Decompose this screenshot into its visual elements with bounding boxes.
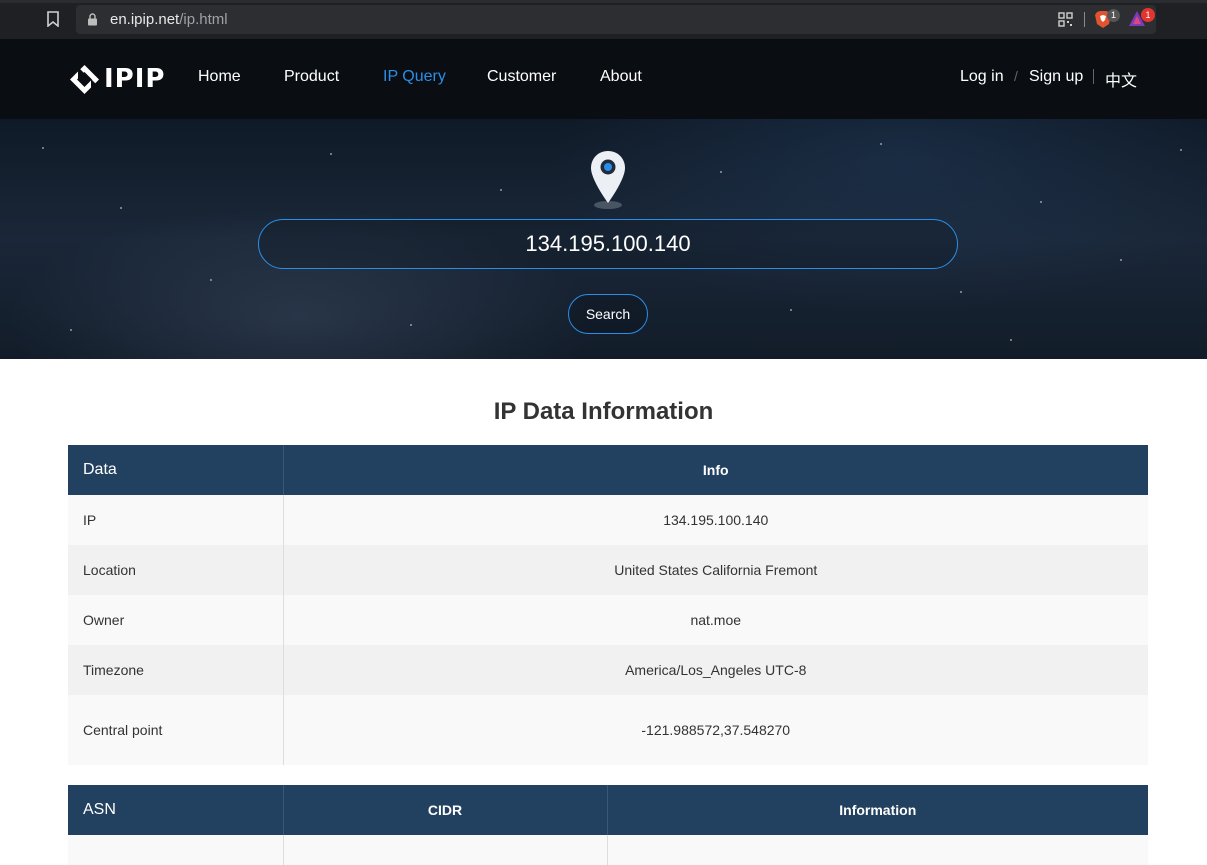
address-bar-divider xyxy=(1084,12,1085,27)
column-header-asn: ASN xyxy=(68,785,283,835)
star-decoration xyxy=(500,189,502,191)
logo-mark-icon xyxy=(70,64,99,94)
table-row xyxy=(68,835,1148,865)
row-label: Timezone xyxy=(68,645,284,695)
shields-count-badge: 1 xyxy=(1107,9,1120,22)
table-row: Central point -121.988572,37.548270 xyxy=(68,695,1148,765)
ip-search-input[interactable] xyxy=(258,219,958,269)
nav-product[interactable]: Product xyxy=(284,68,339,86)
table-row: Owner nat.moe xyxy=(68,595,1148,645)
star-decoration xyxy=(1010,339,1012,341)
lock-icon[interactable] xyxy=(87,13,98,26)
star-decoration xyxy=(790,309,792,311)
ip-data-table: Data Info IP 134.195.100.140 Location Un… xyxy=(68,445,1148,765)
table-row: IP 134.195.100.140 xyxy=(68,495,1148,545)
nav-home[interactable]: Home xyxy=(198,68,241,86)
row-value: -121.988572,37.548270 xyxy=(283,695,1148,765)
row-label: Location xyxy=(68,545,284,595)
table-row: Location United States California Fremon… xyxy=(68,545,1148,595)
table-row: Timezone America/Los_Angeles UTC-8 xyxy=(68,645,1148,695)
nav-ip-query[interactable]: IP Query xyxy=(383,68,446,86)
bookmark-icon[interactable] xyxy=(46,11,60,27)
tab-strip-edge xyxy=(0,0,1207,3)
url-text[interactable]: en.ipip.net/ip.html xyxy=(110,11,228,28)
search-hero: Search xyxy=(0,119,1207,359)
star-decoration xyxy=(330,153,332,155)
row-label: IP xyxy=(68,495,284,545)
star-decoration xyxy=(42,147,44,149)
ipip-logo[interactable]: IPIP xyxy=(68,61,165,97)
address-bar[interactable]: en.ipip.net/ip.html 1 1 xyxy=(76,5,1156,34)
column-header-data: Data xyxy=(68,445,283,495)
column-header-information: Information xyxy=(606,785,1148,835)
table-cell xyxy=(606,835,1148,865)
auth-separator: / xyxy=(1014,68,1018,84)
url-path: /ip.html xyxy=(179,11,228,28)
column-header-info: Info xyxy=(282,445,1148,495)
star-decoration xyxy=(410,324,412,326)
row-label: Owner xyxy=(68,595,284,645)
table-header-row: Data Info xyxy=(68,445,1148,495)
search-button[interactable]: Search xyxy=(568,294,648,334)
language-divider xyxy=(1093,69,1094,84)
star-decoration xyxy=(210,279,212,281)
table-cell xyxy=(282,835,607,865)
star-decoration xyxy=(880,143,882,145)
star-decoration xyxy=(1120,259,1122,261)
row-label: Central point xyxy=(68,695,284,765)
language-switch[interactable]: 中文 xyxy=(1105,67,1137,91)
browser-toolbar: en.ipip.net/ip.html 1 1 xyxy=(0,0,1207,39)
nav-about[interactable]: About xyxy=(600,68,642,86)
site-header: IPIP Home Product IP Query Customer Abou… xyxy=(0,39,1207,119)
logo-text: IPIP xyxy=(104,64,166,94)
asn-table: ASN CIDR Information xyxy=(68,785,1148,865)
table-header-row: ASN CIDR Information xyxy=(68,785,1148,835)
star-decoration xyxy=(720,171,722,173)
row-value: 134.195.100.140 xyxy=(283,495,1148,545)
star-decoration xyxy=(1040,201,1042,203)
signup-link[interactable]: Sign up xyxy=(1029,68,1083,86)
column-header-cidr: CIDR xyxy=(282,785,607,835)
nav-customer[interactable]: Customer xyxy=(487,68,556,86)
qr-code-icon[interactable] xyxy=(1058,12,1073,27)
star-decoration xyxy=(120,207,122,209)
star-decoration xyxy=(960,291,962,293)
rewards-count-badge: 1 xyxy=(1141,8,1155,22)
location-pin-icon xyxy=(591,151,625,209)
star-decoration xyxy=(70,329,72,331)
table-cell xyxy=(68,835,283,865)
url-host: en.ipip.net xyxy=(110,11,180,28)
page-title: IP Data Information xyxy=(493,398,714,425)
star-decoration xyxy=(1180,149,1182,151)
row-value: United States California Fremont xyxy=(283,545,1148,595)
login-link[interactable]: Log in xyxy=(960,68,1004,86)
row-value: nat.moe xyxy=(283,595,1148,645)
row-value: America/Los_Angeles UTC-8 xyxy=(283,645,1148,695)
